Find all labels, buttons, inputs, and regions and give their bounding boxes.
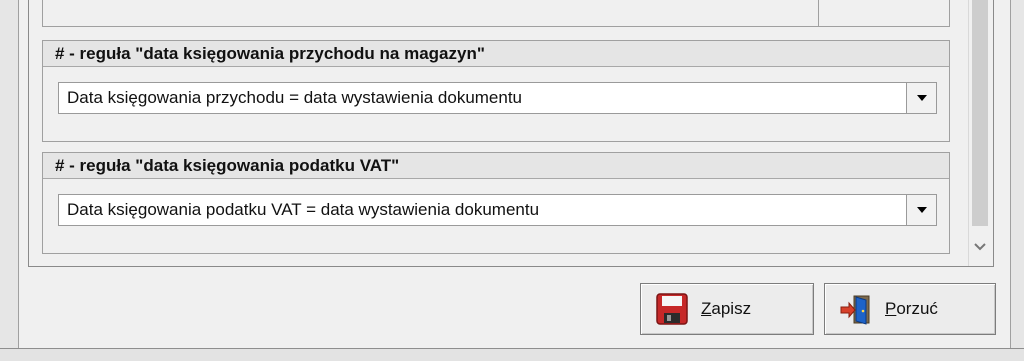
select-value: Data księgowania podatku VAT = data wyst… bbox=[67, 200, 540, 219]
rule-group-warehouse-receipt-date: # - reguła "data księgowania przychodu n… bbox=[42, 40, 950, 142]
chevron-down-icon bbox=[974, 243, 986, 251]
select-value: Data księgowania przychodu = data wystaw… bbox=[67, 88, 523, 107]
window-frame-right bbox=[1010, 0, 1024, 360]
quit-mnemonic: P bbox=[885, 299, 897, 318]
scroll-down-button[interactable] bbox=[972, 236, 988, 258]
dropdown-button[interactable] bbox=[906, 83, 936, 113]
window-frame-bottom bbox=[0, 348, 1024, 361]
save-button-label: Zapisz bbox=[701, 299, 751, 319]
save-label-rest: apisz bbox=[711, 299, 752, 318]
window-frame-left bbox=[0, 0, 19, 360]
group-title: # - reguła "data księgowania przychodu n… bbox=[43, 41, 949, 67]
triangle-down-icon bbox=[916, 207, 927, 213]
quit-button[interactable]: Porzuć bbox=[824, 283, 996, 335]
quit-button-label: Porzuć bbox=[885, 299, 938, 319]
save-mnemonic: Z bbox=[701, 299, 712, 318]
previous-group-bottom bbox=[42, 0, 950, 27]
column-divider bbox=[818, 0, 819, 26]
vat-date-select[interactable]: Data księgowania podatku VAT = data wyst… bbox=[58, 194, 937, 226]
exit-door-icon bbox=[840, 295, 870, 325]
floppy-disk-icon bbox=[656, 293, 688, 325]
rule-group-vat-date: # - reguła "data księgowania podatku VAT… bbox=[42, 152, 950, 254]
vertical-scrollbar[interactable] bbox=[968, 0, 991, 266]
triangle-down-icon bbox=[916, 95, 927, 101]
dropdown-button[interactable] bbox=[906, 195, 936, 225]
group-title: # - reguła "data księgowania podatku VAT… bbox=[43, 153, 949, 179]
scrollbar-thumb[interactable] bbox=[972, 0, 988, 226]
warehouse-receipt-date-select[interactable]: Data księgowania przychodu = data wystaw… bbox=[58, 82, 937, 114]
quit-label-rest: orzuć bbox=[896, 299, 938, 318]
save-button[interactable]: Zapisz bbox=[640, 283, 814, 335]
